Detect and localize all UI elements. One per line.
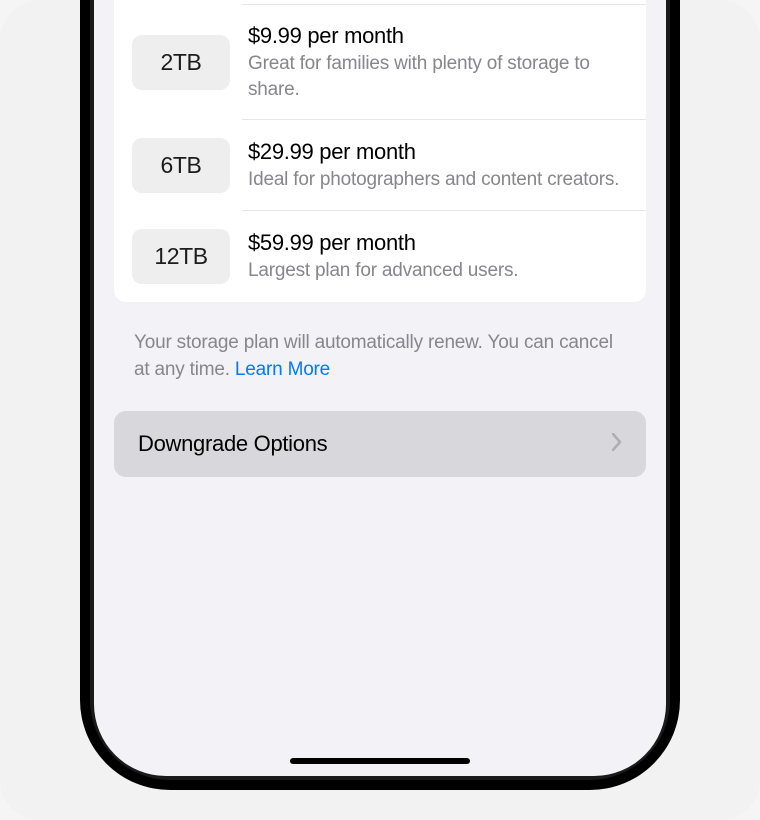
plan-details: $59.99 per month Largest plan for advanc…: [248, 230, 628, 284]
plan-row-12tb[interactable]: 12TB $59.99 per month Largest plan for a…: [114, 211, 646, 302]
tier-badge: 12TB: [132, 229, 230, 284]
chevron-right-icon: [612, 431, 622, 457]
tier-badge: 6TB: [132, 138, 230, 193]
phone-frame: 200GB $2.99 per month More space for lot…: [80, 0, 680, 790]
plan-price: $59.99 per month: [248, 230, 628, 256]
content-area: 200GB $2.99 per month More space for lot…: [94, 0, 666, 776]
plan-row-6tb[interactable]: 6TB $29.99 per month Ideal for photograp…: [114, 120, 646, 211]
page-container: 200GB $2.99 per month More space for lot…: [0, 0, 760, 820]
renewal-disclaimer: Your storage plan will automatically ren…: [114, 330, 646, 383]
plan-details: $9.99 per month Great for families with …: [248, 23, 628, 102]
plan-price: $9.99 per month: [248, 23, 628, 49]
plan-description: Largest plan for advanced users.: [248, 258, 628, 284]
plan-details: $29.99 per month Ideal for photographers…: [248, 139, 628, 193]
tier-badge: 2TB: [132, 35, 230, 90]
tier-label: 12TB: [154, 243, 207, 269]
learn-more-link[interactable]: Learn More: [235, 359, 330, 380]
storage-plans-card: 200GB $2.99 per month More space for lot…: [114, 0, 646, 302]
tier-label: 6TB: [161, 152, 202, 178]
phone-screen: 200GB $2.99 per month More space for lot…: [94, 0, 666, 776]
plan-row-2tb[interactable]: 2TB $9.99 per month Great for families w…: [114, 5, 646, 120]
downgrade-label: Downgrade Options: [138, 431, 327, 457]
home-indicator[interactable]: [290, 758, 470, 764]
phone-inner-frame: 200GB $2.99 per month More space for lot…: [90, 0, 670, 780]
plan-price: $29.99 per month: [248, 139, 628, 165]
downgrade-options-button[interactable]: Downgrade Options: [114, 411, 646, 477]
renewal-text: Your storage plan will automatically ren…: [134, 332, 613, 380]
tier-label: 2TB: [161, 49, 202, 75]
plan-description: Great for families with plenty of storag…: [248, 51, 628, 102]
plan-description: Ideal for photographers and content crea…: [248, 167, 628, 193]
